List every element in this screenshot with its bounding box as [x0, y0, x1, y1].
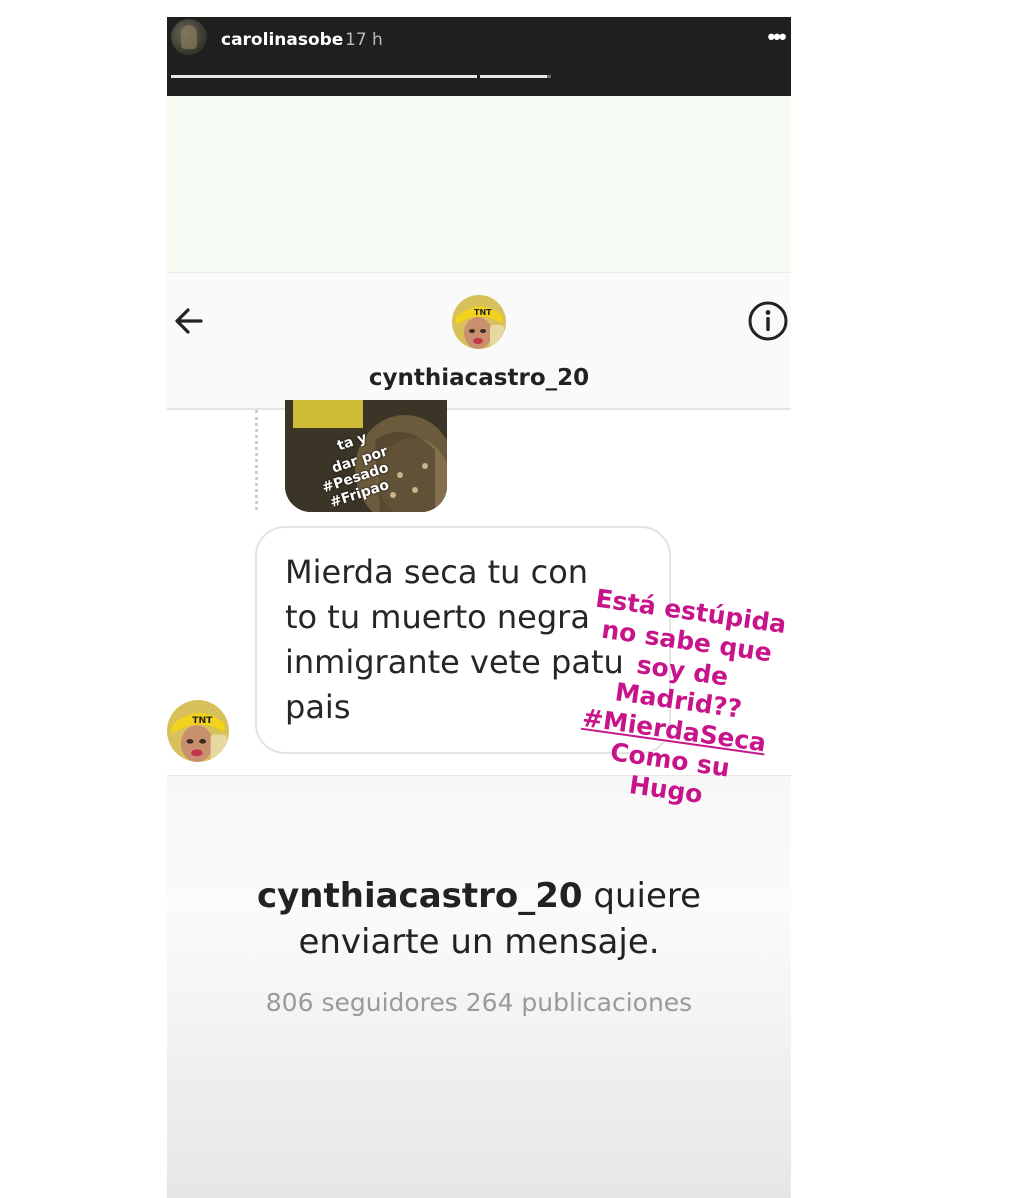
- request-title: cynthiacastro_20 quiere: [167, 876, 791, 916]
- reply-connector: [255, 410, 258, 510]
- story-text-sticker: Está estúpida no sabe que soy de Madrid?…: [567, 583, 790, 818]
- story-timestamp: 17 h: [345, 30, 383, 50]
- request-username[interactable]: cynthiacastro_20: [257, 876, 583, 916]
- progress-fill-2: [480, 75, 548, 78]
- progress-segment-2: [480, 75, 551, 78]
- progress-fill-1: [171, 75, 477, 78]
- header-avatar[interactable]: TNT: [452, 295, 506, 349]
- more-dots-icon[interactable]: •••: [763, 25, 789, 49]
- svg-text:TNT: TNT: [192, 715, 213, 726]
- request-title-suffix: quiere: [582, 876, 702, 916]
- request-subtitle: enviarte un mensaje.: [298, 922, 660, 962]
- story-header: carolinasobe 17 h •••: [167, 17, 791, 96]
- story-screen: carolinasobe 17 h ••• TNT cynthiacastro_…: [167, 17, 791, 1198]
- story-progress: [167, 75, 791, 78]
- sender-avatar[interactable]: TNT: [167, 700, 229, 762]
- svg-text:TNT: TNT: [474, 308, 492, 317]
- story-background: [167, 96, 791, 273]
- dm-header: TNT cynthiacastro_20: [167, 273, 791, 410]
- message-request-panel: cynthiacastro_20 quiere enviarte un mens…: [167, 775, 791, 1198]
- back-arrow-icon[interactable]: [171, 303, 207, 339]
- story-username[interactable]: carolinasobe: [221, 30, 343, 50]
- conversation-username[interactable]: cynthiacastro_20: [167, 365, 791, 391]
- request-stats: 806 seguidores 264 publicaciones: [265, 988, 693, 1017]
- info-icon[interactable]: [747, 300, 789, 342]
- story-avatar[interactable]: [171, 19, 207, 55]
- shared-story-thumbnail[interactable]: ta y dar por #Pesado #Fripao: [285, 400, 447, 512]
- progress-segment-1: [171, 75, 477, 78]
